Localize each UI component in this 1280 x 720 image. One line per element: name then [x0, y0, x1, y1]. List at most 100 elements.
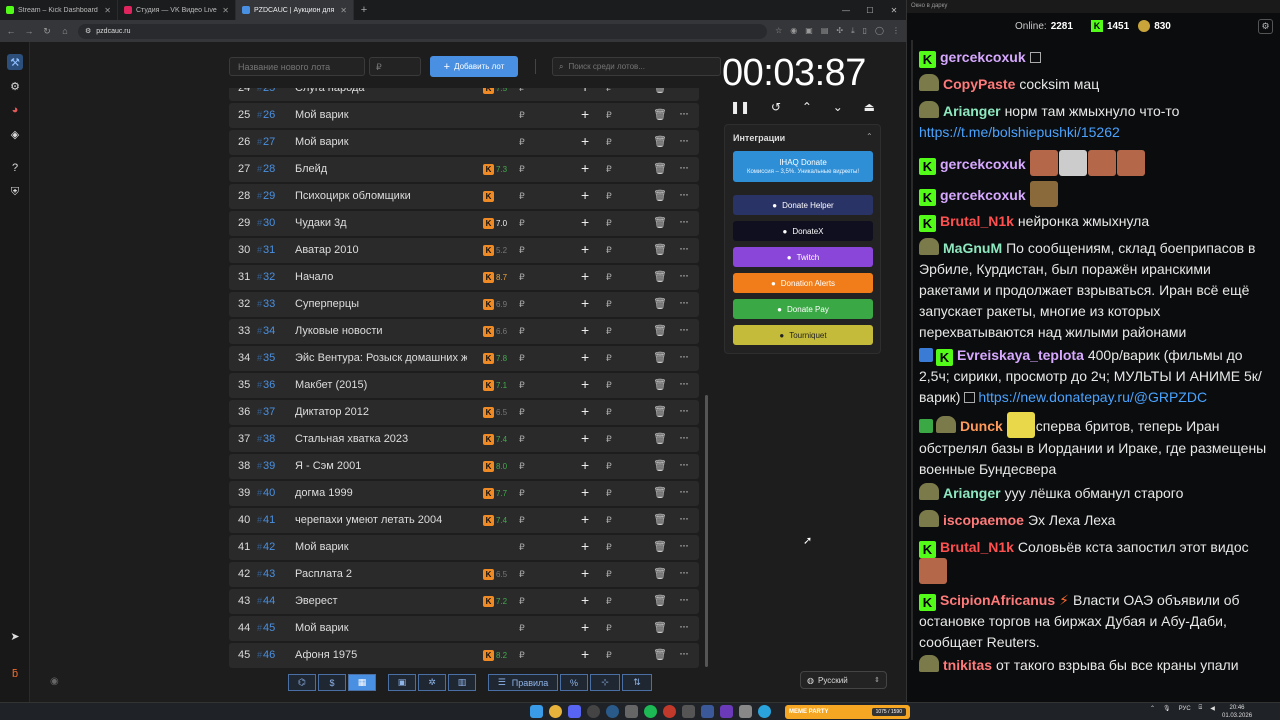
chat-username[interactable]: Arianger: [943, 103, 1001, 119]
add-amount-icon[interactable]: +: [581, 349, 589, 365]
lot-row[interactable]: 38 #39 Я - Сэм 2001 K 8.0 ₽ + ₽ 🗑 ···: [229, 454, 699, 479]
add-amount-field[interactable]: ₽: [606, 137, 612, 148]
chat-username[interactable]: ScipionAfricanus: [940, 592, 1055, 608]
bookmark-star-icon[interactable]: ☆: [775, 26, 782, 36]
telegram-app-icon[interactable]: [758, 705, 771, 718]
settings-app-icon[interactable]: [625, 705, 638, 718]
lot-row[interactable]: 37 #38 Стальная хватка 2023 K 7.4 ₽ + ₽ 🗑 ···: [229, 427, 699, 452]
lot-row[interactable]: 45 #46 Афоня 1975 K 8.2 ₽ + ₽ 🗑 ···: [229, 643, 699, 668]
donate-helper-button[interactable]: ● Donate Helper: [733, 195, 873, 215]
kinopoisk-rating[interactable]: K 8.0: [483, 460, 513, 473]
tab-close-icon[interactable]: ✕: [222, 6, 229, 15]
boosty-icon[interactable]: ƃ: [7, 666, 23, 682]
lot-row[interactable]: 35 #36 Макбет (2015) K 7.1 ₽ + ₽ 🗑 ···: [229, 373, 699, 398]
tourniquet-button[interactable]: ● Tourniquet: [733, 325, 873, 345]
trash-icon[interactable]: 🗑: [653, 351, 667, 364]
extension-icon[interactable]: ▤: [821, 26, 829, 36]
percent-button[interactable]: %: [560, 674, 588, 691]
donate-pay-button[interactable]: ● Donate Pay: [733, 299, 873, 319]
add-amount-field[interactable]: ₽: [606, 542, 612, 553]
chat-username[interactable]: Evreiskaya_teplota: [957, 347, 1084, 363]
add-amount-icon[interactable]: +: [581, 457, 589, 473]
trash-icon[interactable]: 🗑: [653, 432, 667, 445]
trash-icon[interactable]: 🗑: [653, 243, 667, 256]
trash-icon[interactable]: 🗑: [653, 108, 667, 121]
close-window-icon[interactable]: ✕: [882, 0, 906, 20]
lot-row[interactable]: 44 #45 Мой варик ₽ + ₽ 🗑 ···: [229, 616, 699, 641]
lot-name[interactable]: Расплата 2: [295, 568, 467, 580]
collapse-chevron-icon[interactable]: ⌃: [866, 132, 873, 141]
lot-row[interactable]: 24 #25 Слуга народа K7.5 ₽ + ₽ 🗑 ···: [229, 88, 699, 101]
lot-list-scrollbar[interactable]: [705, 395, 708, 667]
lot-name[interactable]: Макбет (2015): [295, 379, 467, 391]
tab-close-icon[interactable]: ✕: [340, 6, 347, 15]
trash-icon[interactable]: 🗑: [653, 189, 667, 202]
add-amount-icon[interactable]: +: [581, 538, 589, 554]
lot-name[interactable]: догма 1999: [295, 487, 467, 499]
lot-name[interactable]: черепахи умеют летать 2004: [295, 514, 467, 526]
trash-icon[interactable]: 🗑: [653, 486, 667, 499]
kinopoisk-rating[interactable]: K: [483, 190, 513, 203]
reset-icon[interactable]: ↺: [771, 100, 781, 116]
lot-search-input[interactable]: [568, 62, 709, 71]
trash-icon[interactable]: 🗑: [653, 324, 667, 337]
trash-icon[interactable]: 🗑: [653, 216, 667, 229]
add-amount-icon[interactable]: +: [581, 430, 589, 446]
kinopoisk-rating[interactable]: K 7.4: [483, 433, 513, 446]
trash-icon[interactable]: 🗑: [653, 621, 667, 634]
puzzle-icon[interactable]: ✣: [836, 26, 843, 36]
more-dots-icon[interactable]: ···: [679, 160, 689, 174]
chat-username[interactable]: gercekcoxuk: [940, 156, 1026, 172]
add-amount-field[interactable]: ₽: [606, 218, 612, 229]
add-amount-icon[interactable]: +: [581, 376, 589, 392]
lot-row[interactable]: 43 #44 Эверест K 7.2 ₽ + ₽ 🗑 ···: [229, 589, 699, 614]
trash-icon[interactable]: 🗑: [653, 405, 667, 418]
site-info-icon[interactable]: ⚙: [85, 27, 91, 35]
add-amount-field[interactable]: ₽: [606, 326, 612, 337]
add-amount-field[interactable]: ₽: [606, 488, 612, 499]
trash-icon[interactable]: 🗑: [653, 567, 667, 580]
chrome-icon[interactable]: [549, 705, 562, 718]
kinopoisk-rating[interactable]: K 8.2: [483, 649, 513, 662]
settings-gear-icon[interactable]: ⚙: [7, 78, 23, 94]
tab-close-icon[interactable]: ✕: [104, 6, 111, 15]
chat-username[interactable]: tnikitas: [943, 657, 992, 673]
lot-row[interactable]: 26 #27 Мой варик ₽ + ₽ 🗑 ···: [229, 130, 699, 155]
lot-name[interactable]: Слуга народа: [295, 88, 467, 94]
more-dots-icon[interactable]: ···: [679, 430, 689, 444]
chat-username[interactable]: Brutal_N1k: [940, 539, 1014, 555]
chevron-up-icon[interactable]: ⌃: [1150, 705, 1155, 712]
browser-tab-kick[interactable]: Stream – Kick Dashboard ✕: [0, 0, 118, 20]
save-button[interactable]: ▣: [388, 674, 416, 691]
lot-name[interactable]: Суперперцы: [295, 298, 467, 310]
more-dots-icon[interactable]: ···: [679, 484, 689, 498]
dollar-button[interactable]: $: [318, 674, 346, 691]
add-amount-icon[interactable]: +: [581, 187, 589, 203]
bug-button[interactable]: ✲: [418, 674, 446, 691]
lang-indicator[interactable]: РУС: [1179, 706, 1191, 712]
chat-link[interactable]: https://new.donatepay.ru/@GRPZDC: [978, 389, 1207, 405]
kinopoisk-rating[interactable]: K 8.7: [483, 271, 513, 284]
more-dots-icon[interactable]: ···: [679, 349, 689, 363]
add-amount-field[interactable]: ₽: [606, 245, 612, 256]
app-icon[interactable]: [682, 705, 695, 718]
chat-link[interactable]: https://t.me/bolshiepushki/15262: [919, 124, 1120, 140]
lot-name[interactable]: Чудаки 3д: [295, 217, 467, 229]
lot-row[interactable]: 31 #32 Начало K 8.7 ₽ + ₽ 🗑 ···: [229, 265, 699, 290]
add-amount-icon[interactable]: +: [581, 592, 589, 608]
rules-button[interactable]: ☰ Правила: [488, 674, 558, 691]
maximize-icon[interactable]: ☐: [858, 0, 882, 20]
more-dots-icon[interactable]: ···: [679, 322, 689, 336]
eye-icon[interactable]: ◉: [50, 676, 59, 687]
chat-username[interactable]: gercekcoxuk: [940, 187, 1026, 203]
add-amount-icon[interactable]: +: [581, 88, 589, 95]
more-dots-icon[interactable]: ···: [679, 106, 689, 120]
lot-name[interactable]: Мой варик: [295, 136, 467, 148]
chat-username[interactable]: Brutal_N1k: [940, 213, 1014, 229]
trash-icon[interactable]: 🗑: [653, 513, 667, 526]
add-amount-field[interactable]: ₽: [606, 191, 612, 202]
lot-row[interactable]: 28 #29 Психоцирк обломщики K ₽ + ₽ 🗑 ···: [229, 184, 699, 209]
add-amount-field[interactable]: ₽: [606, 407, 612, 418]
trash-icon[interactable]: 🗑: [653, 88, 667, 94]
wheel-icon[interactable]: ◕: [7, 102, 23, 118]
